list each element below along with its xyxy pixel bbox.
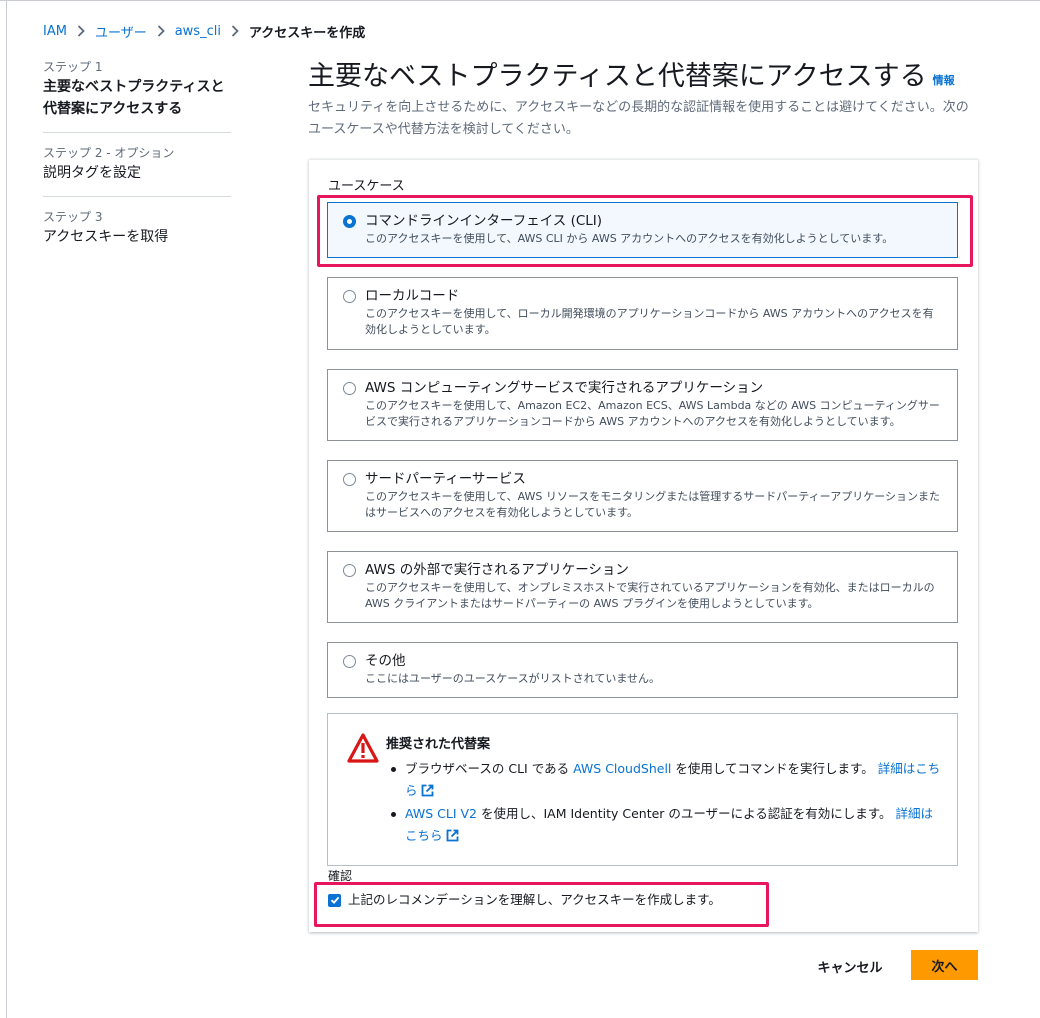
page-title: 主要なベストプラクティスと代替案にアクセスする 情報	[308, 60, 955, 98]
item-text: ブラウザベースの CLI である	[405, 761, 574, 776]
window-left-border	[6, 0, 7, 1018]
external-link-icon	[446, 829, 458, 842]
item-text: を使用してコマンドを実行します。	[671, 761, 874, 776]
chevron-right-icon	[77, 25, 85, 37]
page-title-text: 主要なベストプラクティスと代替案にアクセスする	[308, 61, 927, 92]
checkbox-checked-icon[interactable]	[328, 893, 341, 907]
use-case-option-third-party[interactable]: サードパーティーサービス このアクセスキーを使用して、AWS リソースをモニタリ…	[327, 460, 958, 532]
chevron-right-icon	[157, 25, 165, 37]
option-description: このアクセスキーを使用して、Amazon EC2、Amazon ECS、AWS …	[365, 399, 940, 428]
list-item: ブラウザベースの CLI である AWS CloudShell を使用してコマン…	[386, 758, 942, 802]
option-title: AWS の外部で実行されるアプリケーション	[365, 562, 629, 578]
divider	[43, 132, 231, 133]
use-case-option-other[interactable]: その他 ここにはユーザーのユースケースがリストされていません。	[327, 642, 958, 698]
alert-title: 推奨された代替案	[386, 737, 491, 752]
chevron-right-icon	[231, 25, 239, 37]
radio-icon[interactable]	[343, 655, 356, 668]
step-number: ステップ 2 - オプション	[43, 146, 175, 160]
aws-cli-v2-link[interactable]: AWS CLI V2	[405, 806, 477, 821]
option-description: このアクセスキーを使用して、ローカル開発環境のアプリケーションコードから AWS…	[365, 307, 934, 336]
page-description: セキュリティを向上させるために、アクセスキーなどの長期的な認証情報を使用すること…	[308, 100, 969, 137]
external-link-icon	[421, 784, 433, 797]
option-description: ここにはユーザーのユースケースがリストされていません。	[365, 672, 661, 685]
breadcrumb-user-aws-cli[interactable]: aws_cli	[175, 24, 221, 39]
option-title: その他	[365, 653, 406, 669]
alternatives-alert: 推奨された代替案 ブラウザベースの CLI である AWS CloudShell…	[327, 713, 958, 866]
option-title: サードパーティーサービス	[365, 471, 526, 487]
breadcrumb-iam[interactable]: IAM	[43, 24, 67, 39]
use-case-label: ユースケース	[328, 179, 405, 194]
alternatives-list: ブラウザベースの CLI である AWS CloudShell を使用してコマン…	[386, 758, 942, 848]
radio-icon[interactable]	[343, 382, 356, 395]
window-top-border	[0, 0, 1040, 1]
option-description: このアクセスキーを使用して、オンプレミスホストで実行されているアプリケーションを…	[365, 581, 935, 610]
option-title: コマンドラインインターフェイス (CLI)	[365, 213, 603, 229]
confirm-label: 確認	[328, 869, 353, 883]
list-item: AWS CLI V2 を使用し、IAM Identity Center のユーザ…	[386, 803, 942, 847]
wizard-step-1: ステップ 1 主要なベストプラクティスと代替案にアクセスする	[43, 58, 233, 120]
wizard-step-2[interactable]: ステップ 2 - オプション 説明タグを設定	[43, 144, 233, 184]
use-case-option-compute-service[interactable]: AWS コンピューティングサービスで実行されるアプリケーション このアクセスキー…	[327, 369, 958, 441]
option-title: AWS コンピューティングサービスで実行されるアプリケーション	[365, 380, 764, 396]
checkbox-label: 上記のレコメンデーションを理解し、アクセスキーを作成します。	[348, 892, 721, 907]
option-description: このアクセスキーを使用して、AWS CLI から AWS アカウントへのアクセス…	[365, 232, 894, 245]
cloudshell-link[interactable]: AWS CloudShell	[573, 761, 671, 776]
item-text: を使用し、IAM Identity Center のユーザーによる認証を有効にし…	[477, 806, 892, 821]
radio-icon[interactable]	[343, 290, 356, 303]
breadcrumb: IAM ユーザー aws_cli アクセスキーを作成	[43, 21, 365, 41]
radio-icon[interactable]	[343, 564, 356, 577]
step-title: 主要なベストプラクティスと代替案にアクセスする	[43, 79, 225, 117]
step-number: ステップ 1	[43, 60, 103, 74]
step-title: アクセスキーを取得	[43, 229, 169, 245]
breadcrumb-current: アクセスキーを作成	[248, 25, 366, 41]
option-title: ローカルコード	[365, 288, 460, 304]
breadcrumb-users[interactable]: ユーザー	[95, 22, 147, 41]
step-number: ステップ 3	[43, 210, 103, 224]
divider	[43, 196, 231, 197]
confirm-checkbox[interactable]: 上記のレコメンデーションを理解し、アクセスキーを作成します。	[328, 891, 721, 909]
radio-icon[interactable]	[343, 473, 356, 486]
use-case-option-cli[interactable]: コマンドラインインターフェイス (CLI) このアクセスキーを使用して、AWS …	[327, 202, 958, 258]
use-case-option-local-code[interactable]: ローカルコード このアクセスキーを使用して、ローカル開発環境のアプリケーションコ…	[327, 277, 958, 350]
wizard-steps: ステップ 1 主要なベストプラクティスと代替案にアクセスする ステップ 2 - …	[43, 58, 233, 248]
info-link[interactable]: 情報	[933, 74, 955, 87]
cancel-button[interactable]: キャンセル	[804, 952, 896, 980]
warning-icon	[347, 733, 379, 763]
wizard-step-3[interactable]: ステップ 3 アクセスキーを取得	[43, 208, 233, 248]
radio-selected-icon[interactable]	[343, 215, 356, 228]
use-case-option-outside-aws[interactable]: AWS の外部で実行されるアプリケーション このアクセスキーを使用して、オンプレ…	[327, 551, 958, 623]
option-description: このアクセスキーを使用して、AWS リソースをモニタリングまたは管理するサードパ…	[365, 490, 940, 519]
step-title: 説明タグを設定	[43, 165, 141, 181]
next-button[interactable]: 次へ	[911, 950, 978, 980]
